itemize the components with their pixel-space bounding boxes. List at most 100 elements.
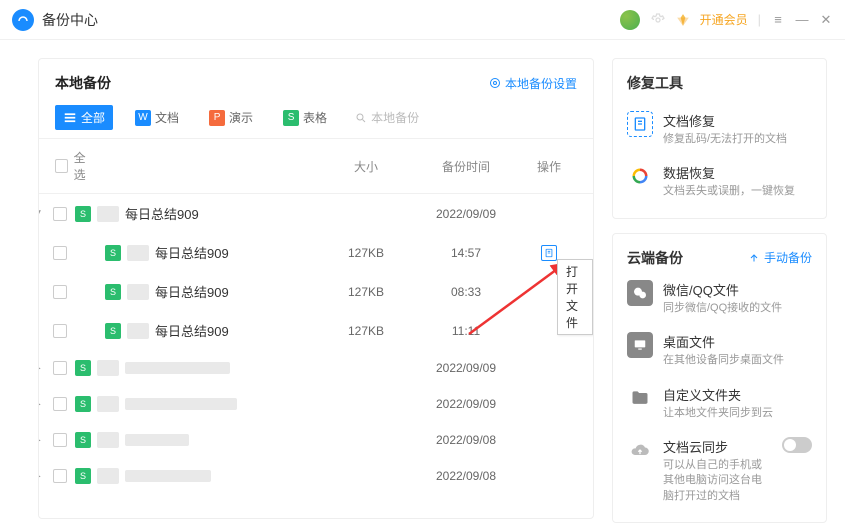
row-checkbox[interactable] xyxy=(53,433,67,447)
file-name: 每日总结909 xyxy=(155,321,229,340)
table-row[interactable]: ▶S每日总结909127KB11:11 xyxy=(39,311,593,350)
open-file-tooltip: 打开文件 xyxy=(557,259,593,335)
row-checkbox[interactable] xyxy=(53,324,67,338)
data-recover-icon xyxy=(627,163,653,189)
repair-tools-panel: 修复工具 文档修复 修复乱码/无法打开的文档 数据恢复 文档丢失或误删，一键恢复 xyxy=(612,58,827,219)
file-thumbnail xyxy=(127,284,149,300)
size-cell: 127KB xyxy=(321,285,411,299)
table-row[interactable]: ▶ S 2022/09/09 xyxy=(39,386,593,422)
cloud-item-sync[interactable]: 文档云同步 可以从自己的手机或其他电脑访问这台电脑打开过的文档 xyxy=(627,429,812,512)
local-backup-settings-link[interactable]: 本地备份设置 xyxy=(489,75,577,92)
gear-icon[interactable] xyxy=(650,12,666,28)
search-input[interactable]: 本地备份 xyxy=(355,109,419,126)
cloud-title: 云端备份 xyxy=(627,248,683,268)
select-all-checkbox[interactable] xyxy=(55,159,68,173)
file-thumbnail xyxy=(97,360,119,376)
table-row[interactable]: ▼ S每日总结909 2022/09/09 xyxy=(39,194,593,233)
file-thumbnail xyxy=(127,245,149,261)
spreadsheet-icon: S xyxy=(105,284,121,300)
chevron-right-icon[interactable]: ▶ xyxy=(39,399,43,410)
time-cell: 08:33 xyxy=(411,285,521,299)
time-cell: 2022/09/09 xyxy=(411,397,521,411)
minimize-icon[interactable]: — xyxy=(795,12,809,27)
manual-backup-link[interactable]: 手动备份 xyxy=(748,249,812,266)
doc-repair-icon xyxy=(627,111,653,137)
table-row[interactable]: ▶S2022/09/08 xyxy=(39,458,593,494)
time-cell: 2022/09/09 xyxy=(411,361,521,375)
spreadsheet-icon: S xyxy=(105,323,121,339)
spreadsheet-icon: S xyxy=(75,206,91,222)
gear-small-icon xyxy=(489,77,501,89)
spreadsheet-icon: S xyxy=(105,245,121,261)
row-checkbox[interactable] xyxy=(53,397,67,411)
open-file-icon[interactable] xyxy=(541,245,557,261)
cloud-backup-panel: 云端备份 手动备份 微信/QQ文件 同步微信/QQ接收的文件 xyxy=(612,233,827,523)
list-icon xyxy=(63,111,77,125)
chevron-down-icon[interactable]: ▼ xyxy=(39,208,43,219)
menu-icon[interactable]: ≡ xyxy=(771,12,785,27)
table-row[interactable]: ▶S每日总结909127KB08:33 xyxy=(39,272,593,311)
folder-icon xyxy=(627,385,653,411)
time-cell: 2022/09/08 xyxy=(411,433,521,447)
vip-link[interactable]: 开通会员 xyxy=(700,11,748,28)
name-cell: S 每日总结909 xyxy=(75,243,321,262)
spreadsheet-icon: S xyxy=(75,360,91,376)
filter-xls[interactable]: S 表格 xyxy=(275,105,335,130)
avatar[interactable] xyxy=(620,10,640,30)
row-checkbox[interactable] xyxy=(53,469,67,483)
doc-icon: W xyxy=(135,110,151,126)
search-icon xyxy=(355,112,367,124)
col-action: 操作 xyxy=(521,158,577,175)
table-row[interactable]: ▶S每日总结909127KB14:57 xyxy=(39,233,593,272)
time-cell: 11:11 xyxy=(411,324,521,338)
file-thumbnail xyxy=(97,468,119,484)
size-cell: 127KB xyxy=(321,246,411,260)
local-backup-panel: 本地备份 本地备份设置 全部 W 文档 xyxy=(38,58,594,519)
desktop-icon xyxy=(627,332,653,358)
filter-all[interactable]: 全部 xyxy=(55,105,113,130)
table-row[interactable]: ▶ S 2022/09/08 xyxy=(39,422,593,458)
file-name: 每日总结909 xyxy=(155,282,229,301)
tool-data-recover[interactable]: 数据恢复 文档丢失或误删，一键恢复 xyxy=(627,155,812,207)
chevron-right-icon[interactable]: ▶ xyxy=(39,435,43,446)
app-logo xyxy=(12,9,34,31)
repair-title: 修复工具 xyxy=(627,73,812,93)
name-cell: S 每日总结909 xyxy=(75,282,321,301)
spreadsheet-icon: S xyxy=(75,468,91,484)
time-cell: 2022/09/09 xyxy=(411,207,521,221)
filter-ppt[interactable]: P 演示 xyxy=(201,105,261,130)
diamond-icon xyxy=(676,13,690,27)
cloud-item-folder[interactable]: 自定义文件夹 让本地文件夹同步到云 xyxy=(627,377,812,429)
name-cell: S xyxy=(75,468,321,484)
close-icon[interactable]: ✕ xyxy=(819,12,833,28)
spreadsheet-icon: S xyxy=(75,396,91,412)
tool-doc-repair[interactable]: 文档修复 修复乱码/无法打开的文档 xyxy=(627,103,812,155)
file-thumbnail xyxy=(97,206,119,222)
file-thumbnail xyxy=(127,323,149,339)
spreadsheet-icon: S xyxy=(75,432,91,448)
time-cell: 14:57 xyxy=(411,246,521,260)
file-name: 每日总结909 xyxy=(155,243,229,262)
name-cell: S每日总结909 xyxy=(75,204,321,223)
name-cell: S xyxy=(75,360,321,376)
filter-doc[interactable]: W 文档 xyxy=(127,105,187,130)
row-checkbox[interactable] xyxy=(53,246,67,260)
ppt-icon: P xyxy=(209,110,225,126)
name-cell: S 每日总结909 xyxy=(75,321,321,340)
chevron-right-icon[interactable]: ▶ xyxy=(39,363,43,374)
file-thumbnail xyxy=(97,432,119,448)
name-cell: S xyxy=(75,396,321,412)
file-thumbnail xyxy=(97,396,119,412)
sync-toggle[interactable] xyxy=(782,437,812,453)
xls-icon: S xyxy=(283,110,299,126)
chevron-right-icon[interactable]: ▶ xyxy=(39,471,43,482)
name-cell: S xyxy=(75,432,321,448)
cloud-item-desktop[interactable]: 桌面文件 在其他设备同步桌面文件 xyxy=(627,324,812,376)
table-row[interactable]: ▶ S 2022/09/09 xyxy=(39,350,593,386)
cloud-item-wechat[interactable]: 微信/QQ文件 同步微信/QQ接收的文件 xyxy=(627,272,812,324)
row-checkbox[interactable] xyxy=(53,285,67,299)
col-time: 备份时间 xyxy=(411,158,521,175)
row-checkbox[interactable] xyxy=(53,207,67,221)
app-title: 备份中心 xyxy=(42,10,98,30)
row-checkbox[interactable] xyxy=(53,361,67,375)
